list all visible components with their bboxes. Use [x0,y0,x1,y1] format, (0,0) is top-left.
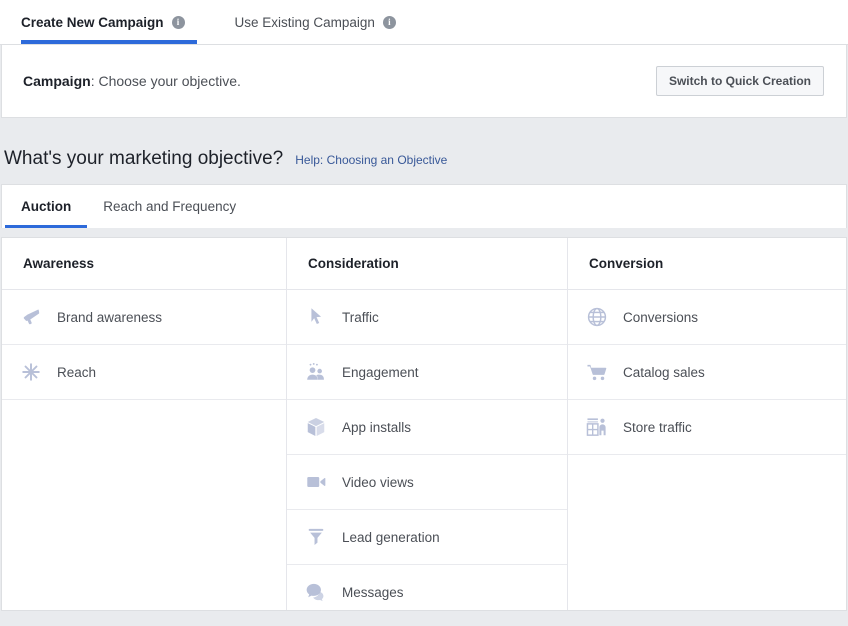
objective-lead-generation-label: Lead generation [342,529,440,545]
objective-store-traffic-label: Store traffic [623,419,692,435]
objective-traffic[interactable]: Traffic [287,290,567,345]
tab-create-new-campaign-label: Create New Campaign [21,14,164,30]
megaphone-icon [20,306,42,328]
objective-catalog-sales-label: Catalog sales [623,364,705,380]
column-header-awareness: Awareness [2,238,286,290]
objective-messages[interactable]: Messages [287,565,567,610]
objective-engagement-label: Engagement [342,364,419,380]
storefront-icon [586,416,608,438]
top-tab-bar: Create New Campaign i Use Existing Campa… [0,0,848,45]
objective-brand-awareness-label: Brand awareness [57,309,163,325]
tab-auction-label: Auction [21,199,72,214]
objective-engagement[interactable]: Engagement [287,345,567,400]
tab-auction[interactable]: Auction [5,185,88,228]
starburst-icon [20,361,42,383]
objective-video-views[interactable]: Video views [287,455,567,510]
objective-messages-label: Messages [342,584,404,600]
globe-icon [586,306,608,328]
tab-use-existing-campaign-label: Use Existing Campaign [234,14,375,30]
column-consideration: Consideration Traffic Engagement App ins… [287,238,568,610]
objective-app-installs[interactable]: App installs [287,400,567,455]
tab-grid-separator [0,228,848,237]
objective-heading-row: What's your marketing objective? Help: C… [0,118,848,184]
objective-store-traffic[interactable]: Store traffic [568,400,846,455]
campaign-creation-page: Create New Campaign i Use Existing Campa… [0,0,848,626]
objective-conversions-label: Conversions [623,309,699,325]
campaign-summary-text: Campaign: Choose your objective. [23,73,241,89]
shopping-cart-icon [586,361,608,383]
objective-sub-tab-bar: Auction Reach and Frequency [1,184,847,228]
funnel-icon [305,526,327,548]
page-title: What's your marketing objective? [4,148,284,169]
column-conversion: Conversion Conversions Catalog sales Sto… [568,238,846,610]
switch-to-quick-creation-button[interactable]: Switch to Quick Creation [655,66,824,96]
objective-video-views-label: Video views [342,474,414,490]
objective-reach[interactable]: Reach [2,345,286,400]
column-header-consideration: Consideration [287,238,567,290]
cursor-arrow-icon [305,306,327,328]
campaign-summary-card: Campaign: Choose your objective. Switch … [1,45,847,118]
campaign-objective-text: : Choose your objective. [90,73,241,89]
objective-lead-generation[interactable]: Lead generation [287,510,567,565]
video-camera-icon [305,471,327,493]
objective-conversions[interactable]: Conversions [568,290,846,345]
cube-box-icon [305,416,327,438]
tab-reach-and-frequency[interactable]: Reach and Frequency [87,185,252,228]
tab-use-existing-campaign[interactable]: Use Existing Campaign i [235,0,408,44]
speech-bubbles-icon [305,581,327,603]
campaign-label: Campaign [23,73,91,89]
objective-reach-label: Reach [57,364,97,380]
help-choosing-objective-link[interactable]: Help: Choosing an Objective [295,153,447,167]
info-icon[interactable]: i [171,15,185,29]
objective-catalog-sales[interactable]: Catalog sales [568,345,846,400]
people-icon [305,361,327,383]
tab-reach-and-frequency-label: Reach and Frequency [103,199,237,214]
objective-app-installs-label: App installs [342,419,412,435]
objective-grid: Awareness Brand awareness Reach Consider… [1,237,847,611]
objective-brand-awareness[interactable]: Brand awareness [2,290,286,345]
column-awareness: Awareness Brand awareness Reach [2,238,287,610]
objective-traffic-label: Traffic [342,309,379,325]
info-icon[interactable]: i [382,15,396,29]
column-header-conversion: Conversion [568,238,846,290]
tab-create-new-campaign[interactable]: Create New Campaign i [21,0,197,44]
